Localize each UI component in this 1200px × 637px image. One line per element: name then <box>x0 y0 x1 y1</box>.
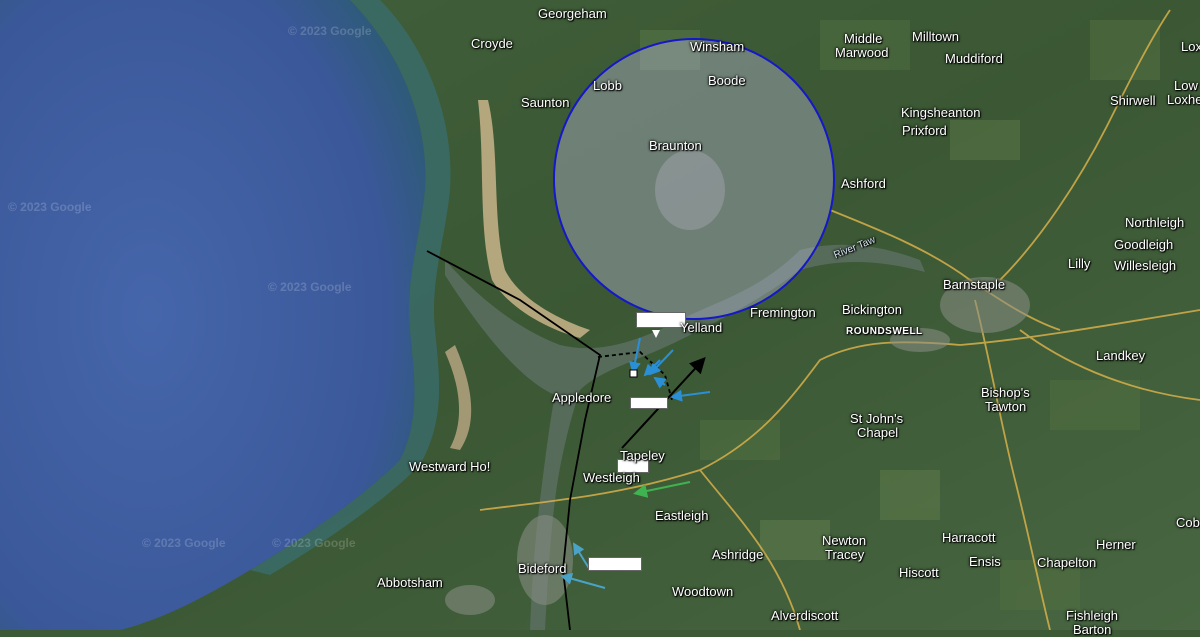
place-label[interactable]: Northleigh <box>1125 216 1184 230</box>
place-label[interactable]: Appledore <box>552 391 611 405</box>
place-label[interactable]: Ashridge <box>712 548 763 562</box>
place-label[interactable]: Westleigh <box>583 471 640 485</box>
place-label[interactable]: Croyde <box>471 37 513 51</box>
annotation-note[interactable] <box>588 557 642 571</box>
place-label[interactable]: Barnstaple <box>943 278 1005 292</box>
place-label[interactable]: Hiscott <box>899 566 939 580</box>
annotation-note[interactable] <box>636 312 686 328</box>
place-label[interactable]: Fremington <box>750 306 816 320</box>
google-watermark: © 2023 Google <box>142 536 226 550</box>
place-label[interactable]: Saunton <box>521 96 569 110</box>
place-label[interactable]: Winsham <box>690 40 744 54</box>
place-label[interactable]: Loxhe <box>1167 93 1200 107</box>
place-label[interactable]: Lox <box>1181 40 1200 54</box>
place-label[interactable]: Chapel <box>857 426 898 440</box>
place-label[interactable]: Abbotsham <box>377 576 443 590</box>
place-label[interactable]: Herner <box>1096 538 1136 552</box>
place-label[interactable]: Lilly <box>1068 257 1090 271</box>
google-watermark: © 2023 Google <box>288 24 372 38</box>
place-label[interactable]: St John's <box>850 412 903 426</box>
place-label[interactable]: Prixford <box>902 124 947 138</box>
place-label[interactable]: Willesleigh <box>1114 259 1176 273</box>
place-label[interactable]: Alverdiscott <box>771 609 838 623</box>
place-label[interactable]: Georgeham <box>538 7 607 21</box>
annotation-note[interactable] <box>630 397 668 409</box>
place-label[interactable]: Milltown <box>912 30 959 44</box>
place-label[interactable]: Eastleigh <box>655 509 708 523</box>
place-label[interactable]: Bishop's <box>981 386 1030 400</box>
google-watermark: © 2023 Google <box>268 280 352 294</box>
place-label[interactable]: Middle <box>844 32 882 46</box>
google-watermark: © 2023 Google <box>272 536 356 550</box>
place-label[interactable]: Boode <box>708 74 746 88</box>
place-label[interactable]: ROUNDSWELL <box>846 325 923 339</box>
place-label[interactable]: Muddiford <box>945 52 1003 66</box>
place-label[interactable]: Low <box>1174 79 1198 93</box>
place-label[interactable]: Bideford <box>518 562 566 576</box>
place-label[interactable]: Woodtown <box>672 585 733 599</box>
marker-square[interactable] <box>629 369 638 378</box>
place-label[interactable]: Ashford <box>841 177 886 191</box>
place-label[interactable]: Bickington <box>842 303 902 317</box>
place-label[interactable]: Westward Ho! <box>409 460 490 474</box>
place-label[interactable]: Goodleigh <box>1114 238 1173 252</box>
place-label[interactable]: Braunton <box>649 139 702 153</box>
place-label[interactable]: Tracey <box>825 548 864 562</box>
place-label[interactable]: Tawton <box>985 400 1026 414</box>
place-label[interactable]: Ensis <box>969 555 1001 569</box>
place-label[interactable]: Kingsheanton <box>901 106 981 120</box>
place-label[interactable]: Lobb <box>593 79 622 93</box>
place-label[interactable]: Cob <box>1176 516 1200 530</box>
place-label[interactable]: Landkey <box>1096 349 1145 363</box>
place-label[interactable]: Chapelton <box>1037 556 1096 570</box>
place-label[interactable]: Marwood <box>835 46 888 60</box>
google-watermark: © 2023 Google <box>8 200 92 214</box>
place-label[interactable]: Newton <box>822 534 866 548</box>
place-label[interactable]: Yelland <box>680 321 722 335</box>
place-label[interactable]: Harracott <box>942 531 995 545</box>
place-label[interactable]: Shirwell <box>1110 94 1156 108</box>
place-label[interactable]: Tapeley <box>620 449 665 463</box>
place-label[interactable]: Fishleigh <box>1066 609 1118 623</box>
place-label[interactable]: Barton <box>1073 623 1111 637</box>
